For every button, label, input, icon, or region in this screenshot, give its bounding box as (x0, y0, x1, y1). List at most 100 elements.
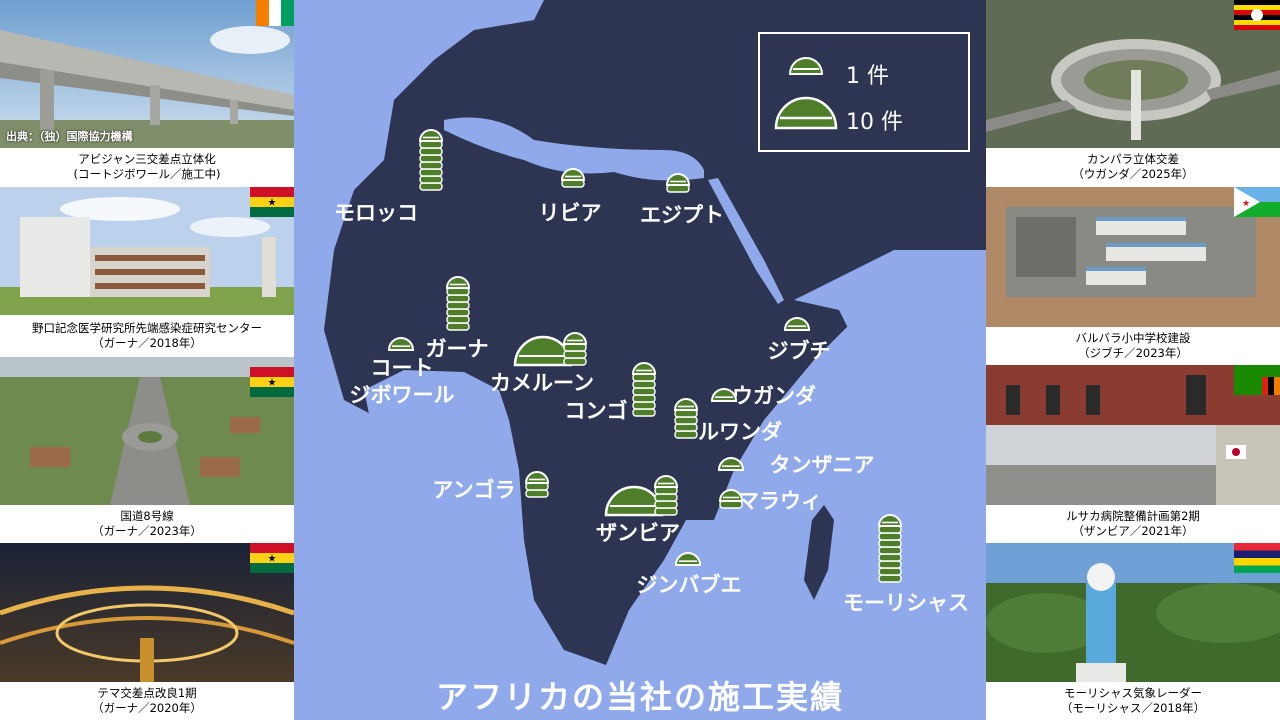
flag-ghana-icon: ★ (250, 543, 294, 573)
legend-one-label: 1 件 (846, 64, 889, 89)
marker-one-stack (524, 471, 550, 498)
country-label: マラウィ (738, 489, 822, 513)
photo-credit: 出典：（独）国際協力機構 (6, 130, 133, 143)
caption-title: アビジャン三交差点立体化 (78, 152, 216, 166)
caption-kampala: カンパラ立体交差 （ウガンダ／2025年） (986, 148, 1280, 186)
legend-box: 1 件 10 件 (758, 32, 970, 152)
flag-zambia-icon (1234, 365, 1280, 395)
marker-one-stack (560, 168, 586, 188)
country-marker (560, 168, 586, 188)
caption-title: カンパラ立体交差 (1087, 152, 1179, 166)
caption-sub: (コートジボワール／施工中) (73, 167, 221, 181)
country-marker (524, 471, 550, 498)
marker-one-stack (653, 475, 679, 516)
country-label: モロッコ (334, 201, 418, 225)
svg-text:★: ★ (1242, 199, 1250, 209)
caption-balbala: バルバラ小中学校建設 （ジブチ／2023年） (986, 327, 1280, 365)
marker-one-stack (673, 398, 699, 439)
caption-abidjan: アビジャン三交差点立体化 (コートジボワール／施工中) (0, 148, 294, 186)
flag-mauritius-icon (1234, 543, 1280, 573)
photo-mauritius-radar (986, 543, 1280, 682)
flag-cote-divoire-icon (256, 0, 294, 26)
photo-balbala: ★ (986, 187, 1280, 327)
caption-lusaka: ルサカ病院整備計画第2期 （ザンビア／2021年） (986, 505, 1280, 543)
svg-text:★: ★ (268, 554, 277, 565)
caption-sub: （モーリシャス／2018年） (1060, 701, 1206, 715)
country-marker (783, 317, 811, 331)
country-label: ジンバブエ (637, 573, 742, 597)
country-marker (387, 337, 415, 351)
flag-djibouti-icon: ★ (1234, 187, 1280, 217)
legend-ten-label: 10 件 (846, 110, 903, 135)
flag-ghana-icon: ★ (250, 187, 294, 217)
country-label: ジブチ (768, 339, 831, 363)
caption-mauritius-radar: モーリシャス気象レーダー （モーリシャス／2018年） (986, 682, 1280, 720)
country-marker (877, 514, 903, 583)
country-label: ウガンダ (732, 384, 816, 408)
marker-one-stack (674, 552, 702, 566)
marker-one-stack (418, 129, 444, 191)
flag-ghana-icon: ★ (250, 367, 294, 397)
country-label: アンゴラ (432, 478, 515, 502)
country-marker (445, 276, 471, 331)
flag-uganda-icon (1234, 0, 1280, 30)
country-marker (665, 173, 691, 193)
marker-one-stack (562, 332, 588, 366)
country-label: コンゴ (565, 399, 628, 423)
marker-one-stack (877, 514, 903, 583)
marker-one-stack (783, 317, 811, 331)
africa-map-panel: モロッコ リビア エジプトガーナ コートジボワール カメルーンコンゴ ジブチウガンダルワン… (294, 0, 986, 720)
legend-ten-icon (774, 96, 838, 130)
caption-tema: テマ交差点改良1期 （ガーナ／2020年） (0, 682, 294, 720)
photo-noguchi: ★ (0, 187, 294, 315)
country-marker (673, 398, 699, 439)
caption-title: モーリシャス気象レーダー (1064, 686, 1202, 700)
marker-ten-icon (513, 335, 573, 367)
country-label: モーリシャス (843, 591, 969, 615)
country-label: ルワンダ (698, 420, 782, 444)
caption-title: 国道8号線 (120, 509, 174, 523)
country-marker (513, 332, 588, 367)
legend-icons (774, 57, 838, 130)
photo-abidjan: 出典：（独）国際協力機構 (0, 0, 294, 148)
photo-tema: ★ (0, 543, 294, 682)
marker-one-stack (717, 457, 745, 471)
country-label: コート (371, 356, 434, 380)
caption-route8: 国道8号線 （ガーナ／2023年） (0, 505, 294, 543)
country-marker (604, 475, 679, 517)
country-label: リビア (539, 201, 602, 225)
marker-one-stack (445, 276, 471, 331)
caption-sub: （ガーナ／2023年） (92, 524, 202, 538)
caption-title: 野口記念医学研究所先端感染症研究センター (32, 321, 262, 335)
marker-one-stack (631, 362, 657, 417)
country-label: ザンビア (596, 521, 680, 545)
country-label: タンザニア (770, 453, 875, 477)
country-marker (631, 362, 657, 417)
marker-one-stack (387, 337, 415, 351)
country-label: ガーナ (426, 337, 489, 361)
country-marker (674, 552, 702, 566)
map-title: アフリカの当社の施工実績 (435, 678, 844, 716)
svg-text:★: ★ (268, 378, 277, 389)
caption-title: ルサカ病院整備計画第2期 (1066, 509, 1200, 523)
country-marker (717, 457, 745, 471)
photo-route8: ★ (0, 357, 294, 505)
country-label: エジプト (640, 203, 724, 227)
photo-kampala (986, 0, 1280, 148)
caption-sub: （ウガンダ／2025年） (1072, 167, 1194, 181)
caption-noguchi: 野口記念医学研究所先端感染症研究センター （ガーナ／2018年） (0, 317, 294, 355)
photo-abidjan-image (0, 0, 294, 148)
legend-one-icon (788, 57, 824, 75)
marker-one-stack (665, 173, 691, 193)
caption-sub: （ガーナ／2018年） (92, 336, 202, 350)
marker-ten-icon (604, 485, 664, 517)
country-label: ジボワール (350, 383, 455, 407)
caption-title: バルバラ小中学校建設 (1075, 331, 1191, 345)
country-label: カメルーン (490, 371, 594, 395)
svg-text:★: ★ (268, 198, 277, 209)
country-marker (418, 129, 444, 191)
caption-sub: （ガーナ／2020年） (92, 701, 202, 715)
photo-lusaka (986, 365, 1280, 505)
caption-title: テマ交差点改良1期 (97, 686, 197, 700)
caption-sub: （ザンビア／2021年） (1072, 524, 1194, 538)
